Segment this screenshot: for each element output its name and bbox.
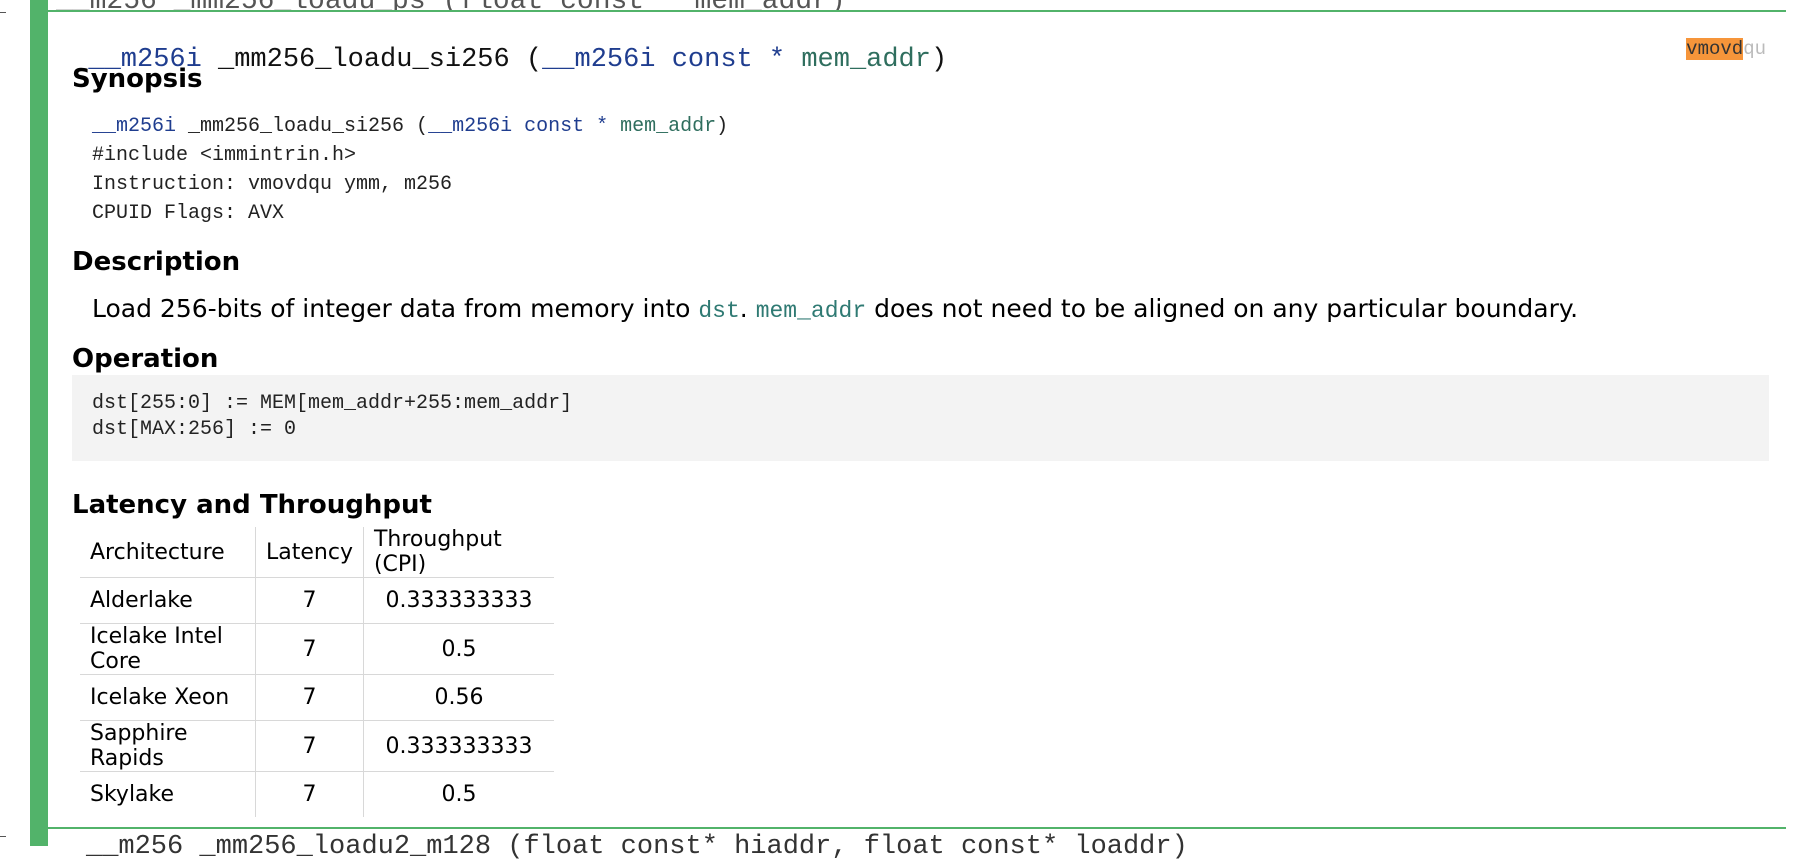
description-part: . (739, 294, 756, 323)
table-row: Sapphire Rapids 7 0.333333333 (80, 720, 554, 772)
synopsis-include: #include <immintrin.h> (92, 144, 357, 167)
synopsis-param-qualifier: const * (512, 115, 621, 138)
entry-divider (48, 10, 1786, 12)
operation-line: dst[MAX:256] := 0 (92, 418, 297, 441)
synopsis-cpuid: CPUID Flags: AVX (92, 202, 285, 225)
description-code-dst: dst (698, 298, 740, 324)
description-text: Load 256-bits of integer data from memor… (92, 294, 1578, 324)
badge-highlight: vmovd (1686, 38, 1744, 60)
table-header-row: Architecture Latency Throughput (CPI) (80, 527, 554, 578)
throughput-cell: 0.5 (362, 771, 554, 817)
column-header: Latency (255, 527, 364, 578)
param-name: mem_addr (801, 45, 931, 75)
throughput-cell: 0.333333333 (362, 720, 554, 772)
margin-tick (0, 12, 6, 13)
latency-heading: Latency and Throughput (72, 490, 432, 520)
synopsis-heading: Synopsis (72, 64, 203, 94)
column-header: Throughput (CPI) (362, 527, 554, 578)
synopsis-function-name: _mm256_loadu_si256 ( (176, 115, 429, 138)
architecture-cell: Icelake Intel Core (80, 623, 256, 675)
column-header: Architecture (80, 527, 256, 578)
latency-cell: 7 (255, 623, 364, 675)
badge-rest: qu (1743, 38, 1766, 60)
synopsis-instruction: Instruction: vmovdqu ymm, m256 (92, 173, 453, 196)
operation-heading: Operation (72, 344, 219, 374)
synopsis-signature: __m256i _mm256_loadu_si256 (__m256i cons… (92, 112, 728, 141)
next-entry-signature[interactable]: __m256 _mm256_loadu2_m128 (float const* … (86, 832, 1188, 862)
instruction-badge: vmovdqu (1663, 16, 1766, 60)
latency-cell: 7 (255, 720, 364, 772)
latency-table: Architecture Latency Throughput (CPI) Al… (80, 527, 554, 817)
throughput-cell: 0.333333333 (362, 577, 554, 624)
description-heading: Description (72, 247, 241, 277)
previous-entry-signature[interactable]: __m256 _mm256_loadu_ps (float const * me… (56, 0, 846, 10)
close-paren: ) (930, 45, 948, 75)
synopsis-param-name: mem_addr (620, 115, 717, 138)
synopsis-block: __m256i _mm256_loadu_si256 (__m256i cons… (92, 112, 728, 228)
table-row: Icelake Intel Core 7 0.5 (80, 623, 554, 675)
description-code-mem-addr: mem_addr (755, 298, 867, 324)
synopsis-close-paren: ) (716, 115, 729, 138)
throughput-cell: 0.56 (362, 674, 554, 721)
synopsis-param-type: __m256i (428, 115, 513, 138)
param-qualifier: const * (655, 45, 802, 75)
table-row: Icelake Xeon 7 0.56 (80, 674, 554, 721)
operation-line: dst[255:0] := MEM[mem_addr+255:mem_addr] (92, 392, 573, 415)
table-row: Alderlake 7 0.333333333 (80, 577, 554, 624)
synopsis-return-type: __m256i (92, 115, 177, 138)
description-part: Load 256-bits of integer data from memor… (92, 294, 699, 323)
table-row: Skylake 7 0.5 (80, 771, 554, 817)
throughput-cell: 0.5 (362, 623, 554, 675)
description-part: does not need to be aligned on any parti… (866, 294, 1579, 323)
architecture-cell: Sapphire Rapids (80, 720, 256, 772)
latency-cell: 7 (255, 771, 364, 817)
function-name: _mm256_loadu_si256 ( (201, 45, 543, 75)
latency-cell: 7 (255, 577, 364, 624)
architecture-cell: Icelake Xeon (80, 674, 256, 721)
entry-divider (48, 827, 1786, 829)
architecture-cell: Skylake (90, 782, 175, 807)
entry-accent-bar (30, 0, 48, 846)
margin-tick (0, 836, 6, 837)
operation-code: dst[255:0] := MEM[mem_addr+255:mem_addr]… (92, 391, 572, 443)
param-type: __m256i (542, 45, 656, 75)
architecture-cell: Alderlake (80, 577, 256, 624)
latency-cell: 7 (255, 674, 364, 721)
